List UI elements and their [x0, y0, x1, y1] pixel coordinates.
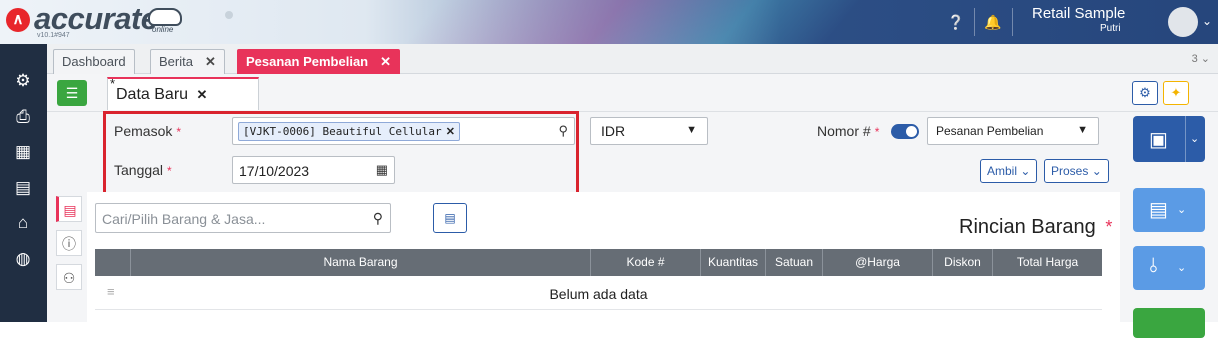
building-icon[interactable]: ▦: [12, 141, 34, 163]
lightbulb-icon: ✦: [1170, 85, 1182, 100]
ambil-label: Ambil: [987, 164, 1018, 178]
items-table-header: Nama Barang Kode # Kuantitas Satuan @Har…: [95, 249, 1102, 276]
proses-button[interactable]: Proses ⌄: [1044, 159, 1109, 183]
doc-tab-label: Data Baru: [116, 86, 189, 103]
save-icon: ▣: [1149, 129, 1168, 151]
item-search-input[interactable]: Cari/Pilih Barang & Jasa... ⚲: [95, 203, 391, 233]
tab-info-icon[interactable]: ⓘ: [56, 230, 82, 256]
search-placeholder: Cari/Pilih Barang & Jasa...: [102, 211, 266, 227]
col-kuantitas[interactable]: Kuantitas: [700, 249, 765, 276]
section-title-text: Rincian Barang: [959, 216, 1096, 238]
section-title: Rincian Barang *: [959, 216, 1112, 239]
tab-count-value: 3: [1191, 53, 1198, 65]
section-tabs: ▤ ⓘ ⚇: [47, 192, 87, 322]
tab-label: Dashboard: [62, 54, 126, 69]
document-bar: ☰ * Data Baru ✕ ⚙ ✦: [47, 74, 1218, 112]
tab-label: Berita: [159, 54, 193, 69]
attachment-button[interactable]: ⫰ ⌄: [1133, 246, 1205, 290]
more-button[interactable]: [1133, 308, 1205, 338]
divider: [974, 8, 975, 36]
user-name[interactable]: Putri: [1100, 23, 1121, 34]
tab-items-doc-icon[interactable]: ▤: [56, 196, 82, 222]
empty-state: Belum ada data: [549, 286, 648, 302]
nomor-label-text: Nomor #: [817, 123, 871, 139]
col-diskon[interactable]: Diskon: [932, 249, 992, 276]
close-icon[interactable]: ✕: [380, 54, 391, 69]
top-bar: ∧ accurate online v10.1#947 ❔ 🔔 Retail S…: [0, 0, 1218, 44]
col-total-harga[interactable]: Total Harga: [992, 249, 1102, 276]
close-icon[interactable]: ✕: [205, 54, 216, 69]
version-label: v10.1#947: [37, 32, 70, 39]
accurate-logo-icon: ∧: [6, 8, 30, 32]
gear-icon: ⚙: [1139, 85, 1151, 100]
chevron-down-icon: ⌄: [1177, 262, 1187, 274]
col-nama-barang[interactable]: Nama Barang: [130, 249, 590, 276]
col-satuan[interactable]: Satuan: [765, 249, 822, 276]
items-table-body: ≡ Belum ada data: [95, 276, 1102, 310]
proses-label: Proses: [1051, 164, 1089, 178]
money-bag-icon[interactable]: ◍: [12, 248, 34, 270]
avatar[interactable]: [1168, 7, 1198, 37]
header-decoration: [363, 0, 897, 44]
divider: [1185, 116, 1186, 162]
chevron-down-icon: ⌄: [1177, 204, 1187, 216]
bank-icon[interactable]: ⌂: [12, 212, 34, 234]
document-icon: ▤: [1149, 199, 1168, 221]
gear-icon[interactable]: ⚙: [12, 70, 34, 92]
required-marker: *: [1105, 217, 1113, 237]
currency-select[interactable]: IDR ▼: [590, 117, 708, 145]
nomor-select[interactable]: Pesanan Pembelian ▼: [927, 117, 1099, 145]
save-button[interactable]: ▣ ⌄: [1133, 116, 1205, 162]
search-icon[interactable]: ⚲: [373, 210, 383, 227]
document-icon[interactable]: ▤: [433, 203, 467, 233]
chevron-down-icon[interactable]: ⌄: [1190, 132, 1199, 145]
document-button[interactable]: ▤ ⌄: [1133, 188, 1205, 232]
modified-marker: *: [110, 76, 116, 91]
tab-count[interactable]: 3 ⌄: [1192, 52, 1210, 65]
highlight-box: [103, 111, 579, 198]
close-icon[interactable]: ✕: [197, 87, 208, 102]
left-nav: ⚙ ⎙ ▦ ▤ ⌂ ◍: [0, 44, 47, 322]
required-marker: *: [874, 125, 880, 139]
nomor-value: Pesanan Pembelian: [936, 124, 1044, 138]
tab-label: Pesanan Pembelian: [246, 54, 369, 69]
tab-data-baru[interactable]: * Data Baru ✕: [107, 76, 259, 110]
clipboard-icon[interactable]: ▤: [12, 177, 34, 199]
cloud-icon: [148, 8, 182, 26]
tab-bar: Dashboard Berita ✕ Pesanan Pembelian ✕ 3 ⌄: [47, 44, 1218, 74]
company-name[interactable]: Retail Sample: [1032, 5, 1125, 22]
items-panel: Cari/Pilih Barang & Jasa... ⚲ ▤ Rincian …: [87, 192, 1120, 322]
settings-button[interactable]: ⚙: [1132, 81, 1158, 105]
brand-sub: online: [152, 25, 174, 34]
list-view-button[interactable]: ☰: [57, 80, 87, 106]
col-harga[interactable]: @Harga: [822, 249, 932, 276]
tips-button[interactable]: ✦: [1163, 81, 1189, 105]
divider: [1012, 8, 1013, 36]
tab-berita[interactable]: Berita ✕: [150, 49, 225, 74]
help-icon[interactable]: ❔: [947, 13, 965, 31]
currency-value: IDR: [601, 123, 626, 139]
tab-dashboard[interactable]: Dashboard: [53, 49, 135, 74]
col-kode[interactable]: Kode #: [590, 249, 700, 276]
action-column: ▣ ⌄ ▤ ⌄ ⫰ ⌄: [1120, 112, 1218, 338]
chevron-down-icon: ▼: [1077, 124, 1088, 136]
auto-number-toggle[interactable]: [891, 124, 919, 139]
bell-icon[interactable]: 🔔: [984, 13, 1002, 31]
chevron-down-icon: ▼: [686, 124, 697, 136]
printer-icon[interactable]: ⎙: [12, 106, 34, 128]
tab-pesanan-pembelian[interactable]: Pesanan Pembelian ✕: [237, 49, 401, 74]
tab-other-icon[interactable]: ⚇: [56, 264, 82, 290]
status-dot: [225, 11, 233, 19]
ambil-button[interactable]: Ambil ⌄: [980, 159, 1038, 183]
paperclip-icon: ⫰: [1149, 255, 1158, 277]
nomor-label: Nomor # *: [817, 123, 879, 139]
chevron-down-icon[interactable]: ⌄: [1202, 14, 1212, 28]
